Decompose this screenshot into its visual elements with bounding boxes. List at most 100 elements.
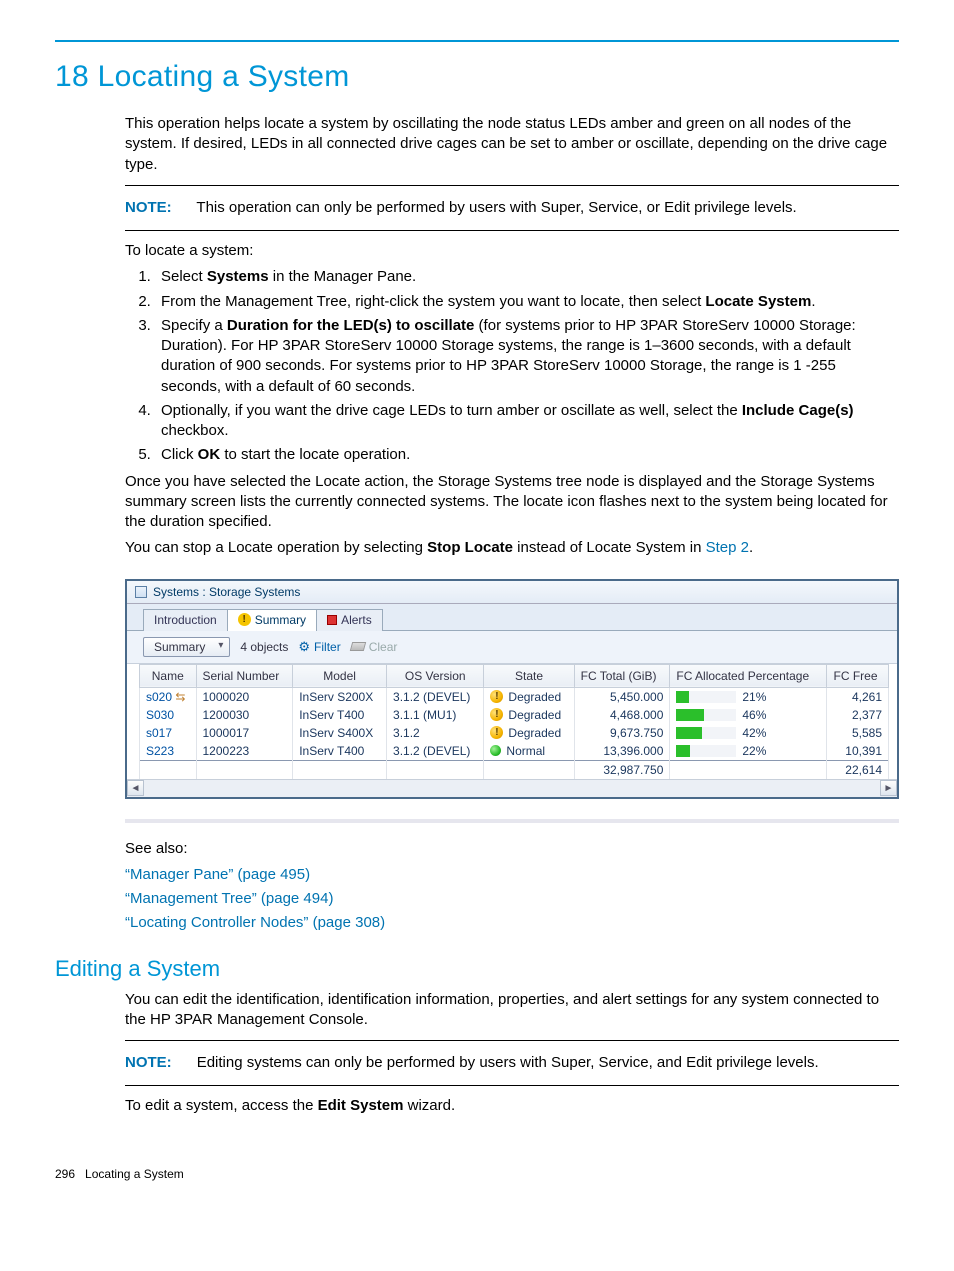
step-5: Click OK to start the locate operation. [155, 445, 899, 465]
col-model[interactable]: Model [293, 664, 387, 687]
object-count: 4 objects [240, 640, 288, 654]
page-footer: 296 Locating a System [55, 1167, 899, 1181]
cell-os: 3.1.2 (DEVEL) [387, 687, 484, 706]
cell-name: S223 [140, 742, 197, 761]
table-row[interactable]: s0171000017InServ S400X3.1.2!Degraded9,6… [140, 724, 889, 742]
cell-state: Normal [484, 742, 574, 761]
cell-model: InServ T400 [293, 742, 387, 761]
panel-title-text: Systems : Storage Systems [153, 585, 300, 599]
col-fcfree[interactable]: FC Free [827, 664, 889, 687]
after-steps-paragraph: Once you have selected the Locate action… [125, 472, 899, 533]
cell-serial: 1000017 [196, 724, 293, 742]
cell-name: s020 ⇆ [140, 687, 197, 706]
col-serial[interactable]: Serial Number [196, 664, 293, 687]
procedure-steps: Select Systems in the Manager Pane. From… [125, 267, 899, 465]
see-also-label: See also: [125, 839, 899, 859]
cell-state: !Degraded [484, 724, 574, 742]
table-row[interactable]: S2231200223InServ T4003.1.2 (DEVEL)Norma… [140, 742, 889, 761]
table-row[interactable]: s020 ⇆1000020InServ S200X3.1.2 (DEVEL)!D… [140, 687, 889, 706]
cell-fctotal: 5,450.000 [574, 687, 670, 706]
step-1: Select Systems in the Manager Pane. [155, 267, 899, 287]
cell-fcfree: 10,391 [827, 742, 889, 761]
col-name[interactable]: Name [140, 664, 197, 687]
total-fctotal: 32,987.750 [574, 760, 670, 779]
cell-fcalloc: 21% [670, 687, 827, 706]
col-fctotal[interactable]: FC Total (GiB) [574, 664, 670, 687]
see-also-links: “Manager Pane” (page 495) “Management Tr… [125, 865, 899, 934]
step-2: From the Management Tree, right-click th… [155, 292, 899, 312]
panel-titlebar: Systems : Storage Systems [127, 581, 897, 604]
cell-fcalloc: 22% [670, 742, 827, 761]
cell-model: InServ S200X [293, 687, 387, 706]
warning-icon: ! [490, 690, 503, 703]
cell-fctotal: 9,673.750 [574, 724, 670, 742]
edit-paragraph-1: You can edit the identification, identif… [125, 990, 899, 1031]
flag-icon [327, 615, 337, 625]
note-edit: NOTE: Editing systems can only be perfor… [125, 1040, 899, 1086]
lead-in: To locate a system: [125, 241, 899, 261]
intro-paragraph: This operation helps locate a system by … [125, 114, 899, 175]
step-2-link[interactable]: Step 2 [706, 539, 749, 556]
col-os[interactable]: OS Version [387, 664, 484, 687]
col-fcalloc[interactable]: FC Allocated Percentage [670, 664, 827, 687]
cell-os: 3.1.1 (MU1) [387, 706, 484, 724]
panel-icon [135, 586, 147, 598]
note-text: This operation can only be performed by … [196, 199, 796, 216]
totals-row: 32,987.750 22,614 [140, 760, 889, 779]
cell-state: !Degraded [484, 706, 574, 724]
cell-serial: 1200223 [196, 742, 293, 761]
cell-serial: 1200030 [196, 706, 293, 724]
clear-button[interactable]: Clear [351, 640, 398, 654]
storage-systems-panel: Systems : Storage Systems Introduction !… [125, 579, 899, 799]
step-3: Specify a Duration for the LED(s) to osc… [155, 316, 899, 397]
cell-fcfree: 2,377 [827, 706, 889, 724]
info-icon: ! [238, 613, 251, 626]
stop-locate-paragraph: You can stop a Locate operation by selec… [125, 538, 899, 558]
cell-fctotal: 13,396.000 [574, 742, 670, 761]
cell-os: 3.1.2 [387, 724, 484, 742]
step-4: Optionally, if you want the drive cage L… [155, 401, 899, 442]
cell-fcalloc: 42% [670, 724, 827, 742]
section-editing: Editing a System [55, 956, 899, 982]
ok-icon [490, 745, 501, 756]
see-also-1[interactable]: “Manager Pane” (page 495) [125, 866, 310, 883]
cell-fcfree: 5,585 [827, 724, 889, 742]
cell-fcalloc: 46% [670, 706, 827, 724]
eraser-icon [349, 642, 365, 651]
total-fcfree: 22,614 [827, 760, 889, 779]
panel-tabs: Introduction ! Summary Alerts [127, 604, 897, 631]
cell-model: InServ T400 [293, 706, 387, 724]
note-text-edit: Editing systems can only be performed by… [197, 1054, 819, 1071]
cell-name: s017 [140, 724, 197, 742]
cell-serial: 1000020 [196, 687, 293, 706]
horizontal-scrollbar[interactable]: ◄ ► [127, 779, 897, 797]
note-label-edit: NOTE: [125, 1054, 172, 1071]
systems-table: Name Serial Number Model OS Version Stat… [139, 664, 889, 779]
note-label: NOTE: [125, 199, 172, 216]
see-also-3[interactable]: “Locating Controller Nodes” (page 308) [125, 914, 385, 931]
col-state[interactable]: State [484, 664, 574, 687]
see-also-2[interactable]: “Management Tree” (page 494) [125, 890, 333, 907]
cell-state: !Degraded [484, 687, 574, 706]
filter-button[interactable]: ⚙ Filter [298, 639, 340, 655]
warning-icon: ! [490, 726, 503, 739]
scroll-right-button[interactable]: ► [880, 780, 897, 796]
filter-icon: ⚙ [298, 639, 310, 655]
scroll-left-button[interactable]: ◄ [127, 780, 144, 796]
note-locate: NOTE: This operation can only be perform… [125, 185, 899, 231]
locate-icon: ⇆ [175, 690, 185, 704]
cell-fcfree: 4,261 [827, 687, 889, 706]
warning-icon: ! [490, 708, 503, 721]
view-selector[interactable]: Summary [143, 637, 230, 657]
tab-introduction[interactable]: Introduction [143, 609, 228, 631]
panel-toolbar: Summary 4 objects ⚙ Filter Clear [127, 631, 897, 664]
cell-os: 3.1.2 (DEVEL) [387, 742, 484, 761]
edit-paragraph-2: To edit a system, access the Edit System… [125, 1096, 899, 1116]
table-row[interactable]: S0301200030InServ T4003.1.1 (MU1)!Degrad… [140, 706, 889, 724]
chapter-title: 18 Locating a System [55, 60, 899, 94]
tab-alerts[interactable]: Alerts [316, 609, 383, 631]
cell-model: InServ S400X [293, 724, 387, 742]
tab-summary[interactable]: ! Summary [227, 609, 317, 631]
cell-fctotal: 4,468.000 [574, 706, 670, 724]
cell-name: S030 [140, 706, 197, 724]
